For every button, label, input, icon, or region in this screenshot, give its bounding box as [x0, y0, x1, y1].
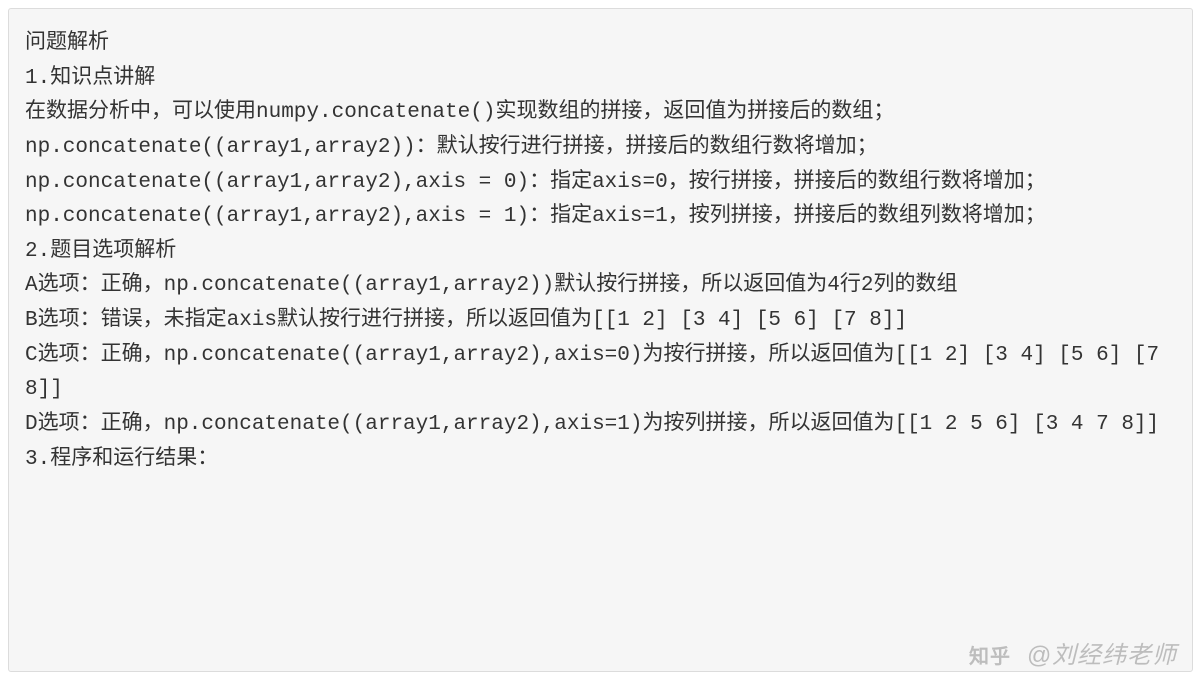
text-line: A选项：正确，np.concatenate((array1,array2))默认… [25, 269, 1176, 304]
text-line: C选项：正确，np.concatenate((array1,array2),ax… [25, 339, 1176, 408]
text-line: np.concatenate((array1,array2))：默认按行进行拼接… [25, 131, 1176, 166]
text-line: 2.题目选项解析 [25, 235, 1176, 270]
text-line: np.concatenate((array1,array2),axis = 1)… [25, 200, 1176, 235]
text-line: np.concatenate((array1,array2),axis = 0)… [25, 166, 1176, 201]
text-line: 问题解析 [25, 27, 1176, 62]
text-line: B选项：错误，未指定axis默认按行进行拼接，所以返回值为[[1 2] [3 4… [25, 304, 1176, 339]
explanation-box: 问题解析 1.知识点讲解 在数据分析中，可以使用numpy.concatenat… [8, 8, 1193, 672]
text-line: 1.知识点讲解 [25, 62, 1176, 97]
text-line: D选项：正确，np.concatenate((array1,array2),ax… [25, 408, 1176, 443]
text-line: 在数据分析中，可以使用numpy.concatenate()实现数组的拼接，返回… [25, 96, 1176, 131]
text-line: 3.程序和运行结果： [25, 443, 1176, 478]
